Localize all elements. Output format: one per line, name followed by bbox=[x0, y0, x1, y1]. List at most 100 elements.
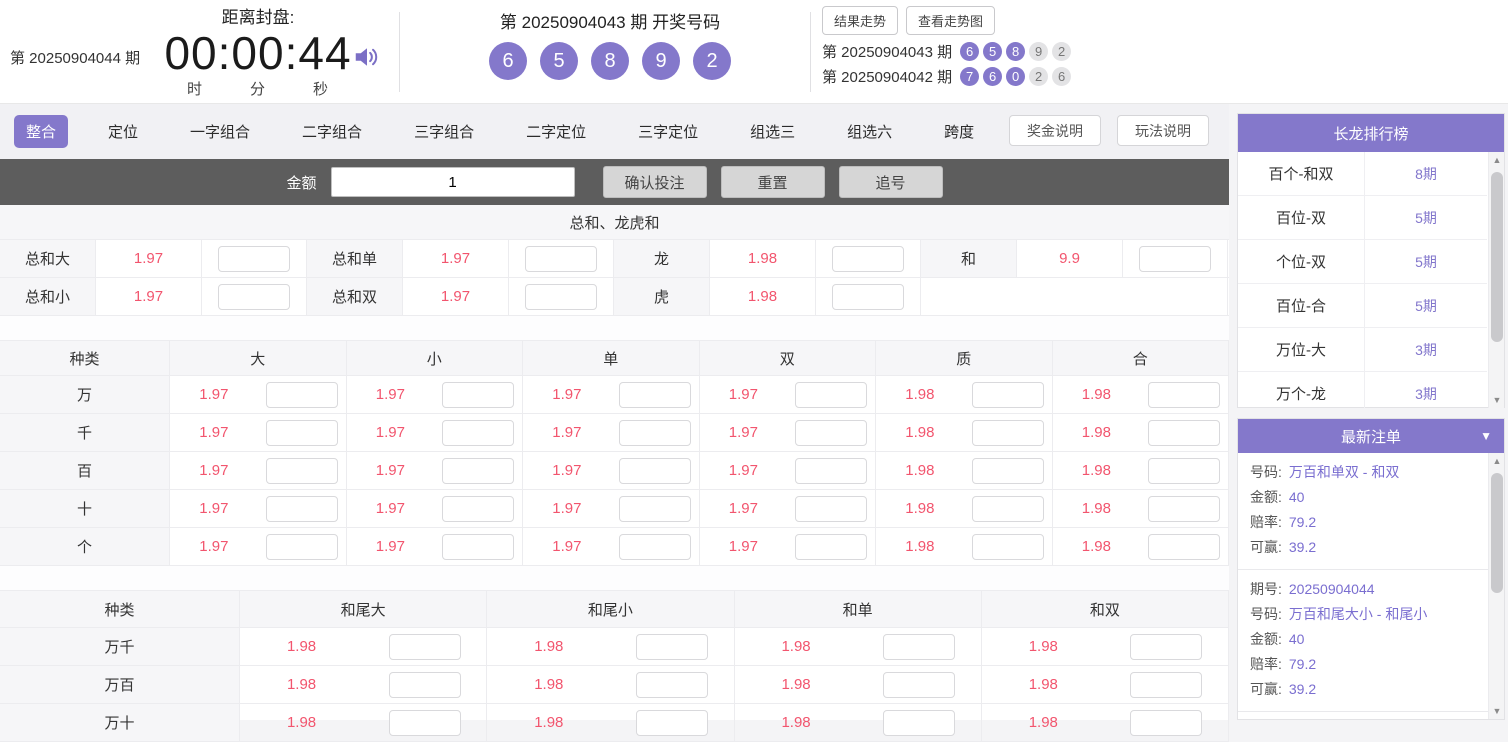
scroll-up-icon[interactable]: ▲ bbox=[1489, 453, 1504, 469]
bet-amount-input[interactable] bbox=[389, 710, 461, 736]
tab-二字组合[interactable]: 二字组合 bbox=[290, 115, 374, 148]
reset-button[interactable]: 重置 bbox=[721, 166, 825, 198]
orders-scrollbar[interactable]: ▲ ▼ bbox=[1488, 453, 1504, 719]
position-row-label: 万 bbox=[0, 376, 170, 413]
tab-跨度[interactable]: 跨度 bbox=[932, 115, 986, 148]
bet-amount-input[interactable] bbox=[636, 672, 708, 698]
bet-input-cell bbox=[1123, 240, 1228, 277]
bet-amount-input[interactable] bbox=[389, 634, 461, 660]
order-field-value: 39.2 bbox=[1289, 677, 1316, 702]
tab-组选三[interactable]: 组选三 bbox=[738, 115, 807, 148]
tab-二字定位[interactable]: 二字定位 bbox=[514, 115, 598, 148]
bet-amount-input[interactable] bbox=[1148, 534, 1220, 560]
scroll-down-icon[interactable]: ▼ bbox=[1489, 703, 1504, 719]
chevron-down-icon[interactable]: ▼ bbox=[1480, 429, 1492, 443]
bet-amount-input[interactable] bbox=[972, 458, 1044, 484]
bet-amount-input[interactable] bbox=[266, 382, 338, 408]
bet-amount-input[interactable] bbox=[795, 420, 867, 446]
bet-amount-input[interactable] bbox=[1130, 672, 1202, 698]
rules-info-button[interactable]: 玩法说明 bbox=[1117, 115, 1209, 146]
bet-amount-input[interactable] bbox=[883, 672, 955, 698]
bet-input-cell bbox=[1140, 414, 1228, 451]
result-trend-button[interactable]: 结果走势 bbox=[822, 6, 898, 35]
amount-input[interactable] bbox=[331, 167, 575, 197]
bet-amount-input[interactable] bbox=[619, 420, 691, 446]
odds-bet-cell: 1.97 bbox=[170, 452, 347, 489]
scrollbar-thumb[interactable] bbox=[1491, 172, 1503, 342]
odds-value: 1.97 bbox=[347, 528, 435, 565]
scroll-down-icon[interactable]: ▼ bbox=[1489, 392, 1504, 408]
column-header: 大 bbox=[170, 341, 347, 375]
bet-input-cell bbox=[363, 666, 486, 703]
odds-bet-cell: 1.98 bbox=[1053, 376, 1230, 413]
history-row: 第 20250904042 期76026 bbox=[822, 66, 1071, 87]
tail-sum-odds-table: 种类和尾大和尾小和单和双 万千1.981.981.981.98万百1.981.9… bbox=[0, 590, 1229, 742]
bet-amount-input[interactable] bbox=[972, 382, 1044, 408]
bet-input-cell bbox=[434, 414, 522, 451]
bet-amount-input[interactable] bbox=[972, 420, 1044, 446]
tab-定位[interactable]: 定位 bbox=[96, 115, 150, 148]
bet-amount-input[interactable] bbox=[1148, 496, 1220, 522]
bet-amount-input[interactable] bbox=[795, 382, 867, 408]
streak-ranking-panel: 长龙排行榜 百个-和双8期百位-双5期个位-双5期百位-合5期万位-大3期万个-… bbox=[1237, 113, 1505, 408]
bet-amount-input[interactable] bbox=[442, 458, 514, 484]
chase-number-button[interactable]: 追号 bbox=[839, 166, 943, 198]
bet-amount-input[interactable] bbox=[832, 284, 904, 310]
draw-number-ball: 8 bbox=[591, 42, 629, 80]
bet-amount-input[interactable] bbox=[442, 496, 514, 522]
bet-amount-input[interactable] bbox=[972, 496, 1044, 522]
bet-amount-input[interactable] bbox=[883, 634, 955, 660]
bet-amount-input[interactable] bbox=[442, 382, 514, 408]
table-row: 万百1.981.981.981.98 bbox=[0, 666, 1229, 704]
bet-amount-input[interactable] bbox=[525, 284, 597, 310]
orders-panel-header: 最新注单 ▼ bbox=[1238, 419, 1504, 453]
confirm-bet-button[interactable]: 确认投注 bbox=[603, 166, 707, 198]
bet-amount-input[interactable] bbox=[795, 496, 867, 522]
bet-amount-input[interactable] bbox=[218, 284, 290, 310]
column-header: 双 bbox=[700, 341, 877, 375]
bet-amount-input[interactable] bbox=[266, 534, 338, 560]
bet-amount-input[interactable] bbox=[442, 420, 514, 446]
bet-amount-input[interactable] bbox=[795, 534, 867, 560]
tab-组选六[interactable]: 组选六 bbox=[835, 115, 904, 148]
tab-三字组合[interactable]: 三字组合 bbox=[402, 115, 486, 148]
bet-amount-input[interactable] bbox=[619, 496, 691, 522]
bet-amount-input[interactable] bbox=[795, 458, 867, 484]
bet-input-cell bbox=[964, 490, 1052, 527]
bet-amount-input[interactable] bbox=[619, 534, 691, 560]
bet-amount-input[interactable] bbox=[619, 382, 691, 408]
tab-三字定位[interactable]: 三字定位 bbox=[626, 115, 710, 148]
bet-amount-input[interactable] bbox=[525, 246, 597, 272]
bet-amount-input[interactable] bbox=[636, 710, 708, 736]
view-trend-chart-button[interactable]: 查看走势图 bbox=[906, 6, 995, 35]
bet-amount-input[interactable] bbox=[218, 246, 290, 272]
bet-amount-input[interactable] bbox=[972, 534, 1044, 560]
bet-amount-input[interactable] bbox=[389, 672, 461, 698]
bet-amount-input[interactable] bbox=[883, 710, 955, 736]
history-issue-label: 第 20250904042 期 bbox=[822, 66, 952, 87]
streak-count: 5期 bbox=[1365, 240, 1487, 283]
tab-整合[interactable]: 整合 bbox=[14, 115, 68, 148]
streak-scrollbar[interactable]: ▲ ▼ bbox=[1488, 152, 1504, 408]
streak-row: 百位-合5期 bbox=[1238, 284, 1487, 328]
bet-amount-input[interactable] bbox=[1130, 634, 1202, 660]
bet-amount-input[interactable] bbox=[636, 634, 708, 660]
bet-amount-input[interactable] bbox=[832, 246, 904, 272]
bet-amount-input[interactable] bbox=[1130, 710, 1202, 736]
bet-amount-input[interactable] bbox=[1139, 246, 1211, 272]
bet-amount-input[interactable] bbox=[1148, 420, 1220, 446]
bet-amount-input[interactable] bbox=[266, 458, 338, 484]
bet-amount-input[interactable] bbox=[1148, 382, 1220, 408]
bet-amount-input[interactable] bbox=[266, 496, 338, 522]
column-header: 和双 bbox=[982, 591, 1229, 627]
bet-input-cell bbox=[787, 528, 875, 565]
prize-info-button[interactable]: 奖金说明 bbox=[1009, 115, 1101, 146]
bet-amount-input[interactable] bbox=[266, 420, 338, 446]
scroll-up-icon[interactable]: ▲ bbox=[1489, 152, 1504, 168]
bet-amount-input[interactable] bbox=[442, 534, 514, 560]
bet-amount-input[interactable] bbox=[619, 458, 691, 484]
scrollbar-thumb[interactable] bbox=[1491, 473, 1503, 593]
speaker-icon[interactable] bbox=[352, 42, 382, 72]
tab-一字组合[interactable]: 一字组合 bbox=[178, 115, 262, 148]
bet-amount-input[interactable] bbox=[1148, 458, 1220, 484]
